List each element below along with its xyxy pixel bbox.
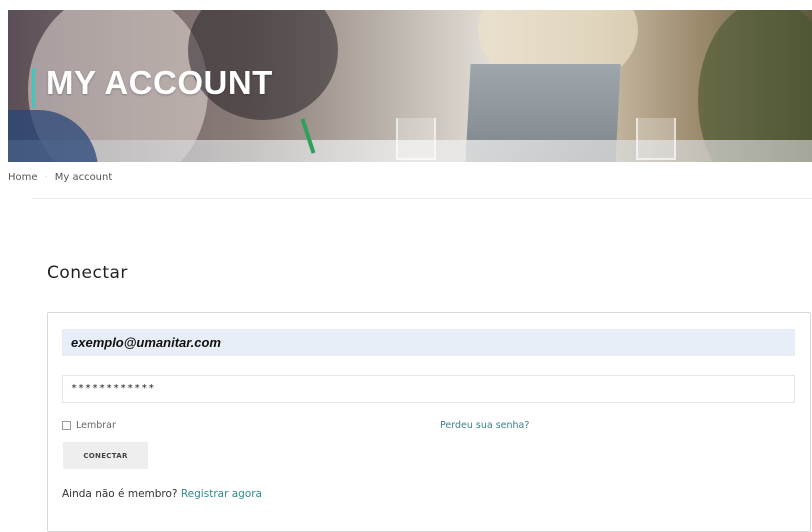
remember-checkbox[interactable]: [62, 421, 71, 430]
forgot-password-link[interactable]: Perdeu sua senha?: [440, 420, 529, 431]
breadcrumb-current: My account: [54, 172, 113, 183]
register-line: Ainda não é membro? Registrar agora: [62, 488, 262, 500]
hero-banner: MY ACCOUNT: [8, 10, 812, 162]
breadcrumb: Home · My account: [8, 172, 112, 183]
register-prompt: Ainda não é membro?: [62, 488, 178, 500]
breadcrumb-home-link[interactable]: Home: [8, 172, 38, 183]
register-link[interactable]: Registrar agora: [181, 488, 262, 500]
hero-accent-bar: [32, 68, 35, 108]
divider: [32, 198, 812, 199]
connect-button[interactable]: CONECTAR: [63, 442, 148, 469]
page-title: Conectar: [47, 263, 128, 283]
password-field[interactable]: ************: [62, 375, 795, 403]
remember-label: Lembrar: [76, 420, 116, 431]
hero-title: MY ACCOUNT: [46, 64, 273, 101]
remember-option[interactable]: Lembrar: [62, 420, 116, 431]
hero-glass: [636, 118, 676, 160]
email-field[interactable]: exemplo@umanitar.com: [62, 329, 795, 356]
hero-glass: [396, 118, 436, 160]
breadcrumb-separator: ·: [44, 172, 48, 183]
login-form: exemplo@umanitar.com ************ Lembra…: [47, 312, 811, 532]
